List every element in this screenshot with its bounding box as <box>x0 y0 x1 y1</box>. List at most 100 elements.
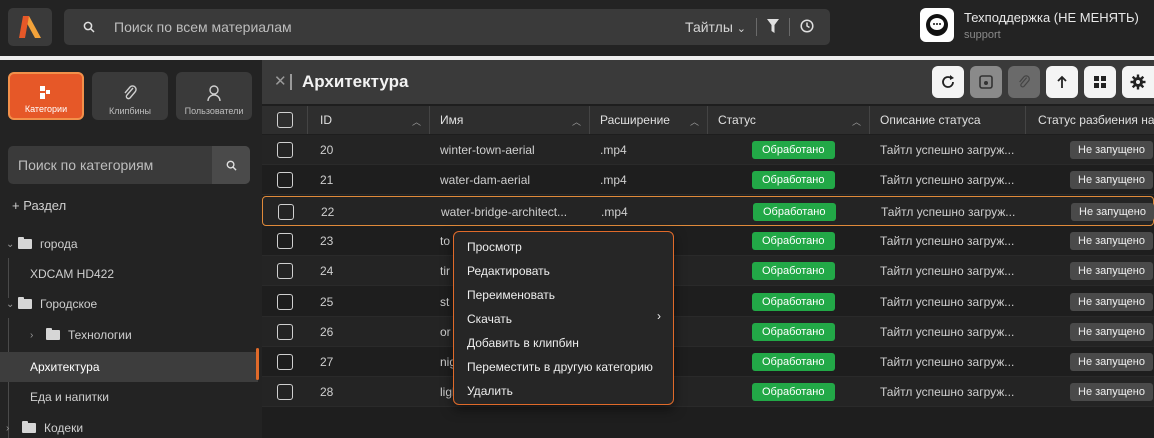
support-account[interactable]: Техподдержка (НЕ МЕНЯТЬ) support <box>920 8 1139 42</box>
tree-item-label: Архитектура <box>30 360 100 374</box>
cell-extension: .mp4 <box>601 204 628 219</box>
tree-item-food-drinks[interactable]: Еда и напитки <box>0 383 258 411</box>
row-select-cell <box>262 226 308 256</box>
tree-folder-urban[interactable]: ⌄ Городское <box>0 290 258 318</box>
menu-item-add-to-clipbin[interactable]: Добавить в клипбин <box>467 336 579 350</box>
menu-item-move-to-category[interactable]: Переместить в другую категорию <box>467 360 653 374</box>
tree-item-xdcam[interactable]: XDCAM HD422 <box>0 260 258 288</box>
support-name: Техподдержка (НЕ МЕНЯТЬ) <box>964 10 1139 25</box>
row-checkbox[interactable] <box>277 142 293 158</box>
categories-icon <box>40 86 50 99</box>
search-icon <box>226 160 237 171</box>
sidebar: Категории Клипбины Пользователи Поиск по… <box>0 60 262 438</box>
cell-extension: .mp4 <box>600 143 627 157</box>
row-checkbox[interactable] <box>277 384 293 401</box>
sort-icon[interactable]: ︿ <box>412 115 421 128</box>
select-all-checkbox[interactable] <box>276 112 293 128</box>
column-split-status[interactable]: Статус разбиения на <box>1026 106 1154 134</box>
column-status-description[interactable]: Описание статуса <box>870 106 1026 134</box>
upload-button[interactable] <box>1046 66 1078 98</box>
table-row[interactable]: 28lighthouse (1080p).mp4ОбработаноТайтл … <box>262 377 1154 408</box>
row-checkbox[interactable] <box>277 263 293 280</box>
menu-item-view[interactable]: Просмотр <box>467 240 522 254</box>
divider <box>756 18 757 36</box>
toolbar <box>932 66 1154 98</box>
row-checkbox[interactable] <box>277 354 293 371</box>
tab-categories[interactable]: Категории <box>8 72 84 120</box>
split-status-cell: Не запущено <box>1070 226 1154 256</box>
tree-folder-cities[interactable]: ⌄ города <box>0 230 258 258</box>
history-icon[interactable] <box>800 18 814 36</box>
row-checkbox[interactable] <box>277 232 293 249</box>
column-id[interactable]: ID ︿ <box>308 106 430 134</box>
sidebar-tabs: Категории Клипбины Пользователи <box>8 72 252 120</box>
sort-icon[interactable]: ︿ <box>690 115 699 128</box>
table-row[interactable]: 21 water-dam-aerial .mp4 Обработано Тайтл ус… <box>262 165 1154 196</box>
select-all-cell <box>262 106 308 134</box>
status-badge: Обработано <box>752 231 835 250</box>
category-search[interactable]: Поиск по категориям <box>8 146 250 184</box>
table-row[interactable]: 26 or Обработано Тайтл успешно загруж... Не … <box>262 316 1154 347</box>
split-status-badge: Не запущено <box>1070 383 1153 402</box>
table-row[interactable]: 23 to Обработано Тайтл успешно загруж... Не … <box>262 226 1154 256</box>
row-checkbox[interactable] <box>277 323 293 340</box>
menu-item-rename[interactable]: Переименовать <box>467 288 555 302</box>
row-checkbox[interactable] <box>277 293 293 310</box>
status-cell: Обработано <box>752 256 852 286</box>
cell-extension: .mp4 <box>600 173 627 188</box>
column-status[interactable]: Статус ︿ <box>708 106 870 134</box>
sidebar-scrollbar[interactable] <box>256 348 259 380</box>
category-header: ✕ Архитектура <box>262 60 1154 104</box>
table-row[interactable]: 24 tir Обработано Тайтл успешно загруж... Не… <box>262 256 1154 287</box>
paperclip-icon <box>124 85 137 100</box>
status-cell: Обработано <box>752 317 852 347</box>
tree-folder-technologies[interactable]: › Технологии <box>0 321 258 349</box>
split-status-cell: Не запущено <box>1070 317 1154 347</box>
table-row[interactable]: 20 winter-town-aerial .mp4 Обработано Тайтл … <box>262 135 1154 165</box>
grid-view-button[interactable] <box>1084 66 1116 98</box>
column-extension[interactable]: Расширение ︿ <box>590 106 708 134</box>
tree-folder-codecs[interactable]: › Кодеки <box>0 414 258 438</box>
split-status-badge: Не запущено <box>1070 353 1153 372</box>
attach-button[interactable] <box>1008 66 1040 98</box>
sort-icon[interactable]: ︿ <box>572 115 581 128</box>
row-checkbox[interactable] <box>277 172 293 189</box>
titles-dropdown[interactable]: Тайтлы ⌄ <box>685 19 746 35</box>
cell-status-description: Тайтл успешно загруж... <box>880 143 1015 157</box>
category-search-button[interactable] <box>212 146 250 184</box>
menu-item-edit[interactable]: Редактировать <box>467 264 550 278</box>
row-checkbox[interactable] <box>278 203 294 220</box>
app-logo[interactable] <box>8 8 52 46</box>
tree-item-architecture[interactable]: Архитектура <box>0 352 258 382</box>
add-section-button[interactable]: + Раздел <box>12 198 66 213</box>
cell-id: 24 <box>320 264 334 279</box>
table-row[interactable]: 27 nig Обработано Тайтл успешно загруж... Не… <box>262 347 1154 378</box>
category-search-input[interactable]: Поиск по категориям <box>18 157 153 173</box>
table-row[interactable]: 22 water-bridge-architect... .mp4 Обработан… <box>262 195 1154 226</box>
cell-status-description: Тайтл успешно загруж... <box>880 294 1015 309</box>
save-button[interactable] <box>970 66 1002 98</box>
close-icon[interactable]: ✕ <box>274 72 287 90</box>
cell-id: 23 <box>320 233 334 248</box>
refresh-button[interactable] <box>932 66 964 98</box>
cell-id: 26 <box>320 324 334 339</box>
column-name[interactable]: Имя ︿ <box>430 106 590 134</box>
filter-icon[interactable] <box>767 18 779 36</box>
table-header: ID ︿ Имя ︿ Расширение ︿ Статус ︿ Описание ст… <box>262 106 1154 134</box>
refresh-icon <box>942 75 954 88</box>
tab-clipbins[interactable]: Клипбины <box>92 72 168 120</box>
save-icon <box>979 75 993 89</box>
settings-button[interactable] <box>1122 66 1154 98</box>
tree-item-label: Еда и напитки <box>30 390 110 404</box>
divider <box>290 74 292 90</box>
tab-users[interactable]: Пользователи <box>176 72 252 120</box>
menu-item-delete[interactable]: Удалить <box>467 384 513 398</box>
global-search-input[interactable]: Поиск по всем материалам <box>114 19 292 35</box>
global-search[interactable]: Поиск по всем материалам Тайтлы ⌄ <box>64 9 830 45</box>
table-row[interactable]: 25st Обработано Тайтл успешно загруж... Не … <box>262 287 1154 317</box>
split-status-badge: Не запущено <box>1070 231 1153 250</box>
top-bar: Поиск по всем материалам Тайтлы ⌄ Техпод… <box>0 0 1154 56</box>
sort-icon[interactable]: ︿ <box>852 115 861 128</box>
menu-item-download[interactable]: Скачать <box>467 312 512 326</box>
cell-status-description: Тайтл успешно загруж... <box>881 204 1016 219</box>
